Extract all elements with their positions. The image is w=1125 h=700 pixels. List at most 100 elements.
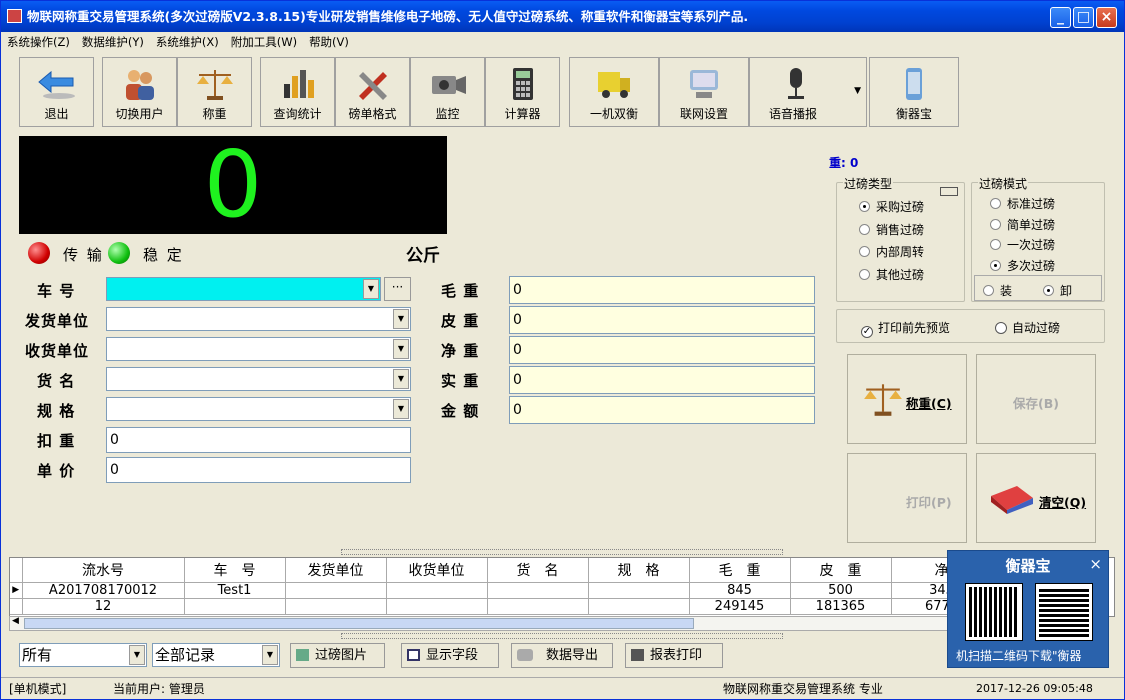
records-select[interactable]: 全部记录 ▼ [152,643,280,667]
query-stats-button[interactable]: 查询统计 [260,57,335,127]
monitor-button[interactable]: 监控 [410,57,485,127]
print-button[interactable]: 打印(P) [847,453,967,543]
report-print-button[interactable]: 报表打印 [625,643,723,668]
radio-load[interactable]: 装 [983,282,1012,299]
export-icon [517,649,533,661]
main-window: 物联网称重交易管理系统(多次过磅版V2.3.8.15)专业研发销售维修电子地磅、… [0,0,1125,700]
ticket-format-button[interactable]: 磅单格式 [335,57,410,127]
transfer-label: 传 输 [63,246,104,264]
chevron-down-icon[interactable]: ▼ [129,645,145,665]
weigh-action-label: 称重(C) [906,396,952,411]
row-selector-header [10,558,23,583]
menu-tools[interactable]: 附加工具(W) [225,32,303,52]
calculator-button[interactable]: 计算器 [485,57,560,127]
load-unload-box: 装 卸 [974,275,1102,301]
splitter-bottom[interactable] [341,633,783,639]
receiver-combo[interactable]: ▼ [106,337,411,361]
sender-combo[interactable]: ▼ [106,307,411,331]
header-tare[interactable]: 皮 重 [790,558,892,583]
chevron-down-icon[interactable]: ▼ [393,309,409,329]
header-serial[interactable]: 流水号 [22,558,185,583]
cell-sender[interactable] [285,582,387,599]
header-receiver[interactable]: 收货单位 [386,558,488,583]
dual-scale-button[interactable]: 一机双衡 [569,57,659,127]
export-button[interactable]: 数据导出 [511,643,613,668]
dropdown-arrow-icon[interactable]: ▼ [854,86,861,96]
spec-combo[interactable]: ▼ [106,397,411,421]
radio-simple[interactable]: 简单过磅 [990,216,1055,233]
goods-combo[interactable]: ▼ [106,367,411,391]
voice-broadcast-button[interactable]: ▼ 语音播报 [749,57,867,127]
cell-goods[interactable] [487,582,589,599]
tare-input[interactable]: 0 [509,306,815,334]
cell-gross[interactable]: 845 [689,582,791,599]
chevron-down-icon[interactable]: ▼ [393,339,409,359]
cell-plate[interactable]: Test1 [184,582,286,599]
preview-checkbox[interactable]: ✓ 打印前先预览 [861,319,950,338]
header-plate[interactable]: 车 号 [184,558,286,583]
summary-count: 12 [22,598,185,615]
show-fields-button[interactable]: 显示字段 [401,643,499,668]
eraser-icon [991,486,1033,514]
microphone-icon [788,68,804,99]
chevron-down-icon[interactable]: ▼ [363,279,379,299]
radio-purchase[interactable]: 采购过磅 [859,198,924,215]
radio-unload[interactable]: 卸 [1043,282,1072,299]
close-button[interactable]: × [1096,7,1117,28]
status-user: 当前用户: 管理员 [113,682,205,696]
minimize-button[interactable]: _ [1050,7,1071,28]
cell-spec[interactable] [588,582,690,599]
weigh-mode-title: 过磅模式 [978,175,1029,192]
weigh-photos-button[interactable]: 过磅图片 [290,643,385,668]
radio-standard[interactable]: 标准过磅 [990,195,1055,212]
radio-other[interactable]: 其他过磅 [859,266,924,283]
chevron-down-icon[interactable]: ▼ [393,399,409,419]
weigh-type-group: 过磅类型 采购过磅 销售过磅 内部周转 其他过磅 [836,175,965,302]
net-input[interactable]: 0 [509,336,815,364]
radio-once[interactable]: 一次过磅 [990,236,1055,253]
gross-input[interactable]: 0 [509,276,815,304]
maximize-button[interactable]: □ [1073,7,1094,28]
menu-system[interactable]: 系统操作(Z) [1,32,76,52]
save-button[interactable]: 保存(B) [976,354,1096,444]
weigh-button[interactable]: 称重 [177,57,252,127]
header-spec[interactable]: 规 格 [588,558,690,583]
hengqibao-button[interactable]: 衡器宝 [869,57,959,127]
menu-data[interactable]: 数据维护(Y) [76,32,150,52]
exit-arrow-icon [37,70,75,99]
horizontal-scrollbar[interactable]: ◀ [9,616,949,631]
deduct-input[interactable]: 0 [106,427,411,453]
real-input[interactable]: 0 [509,366,815,394]
menu-maintenance[interactable]: 系统维护(X) [150,32,225,52]
cell-serial[interactable]: A201708170012 [22,582,185,599]
splitter-top[interactable] [341,549,783,555]
table-row[interactable]: ▶ A201708170012 Test1 845 500 345 [10,582,993,599]
scope-select[interactable]: 所有 ▼ [19,643,147,667]
weigh-action-button[interactable]: 称重(C) [847,354,967,444]
cell-receiver[interactable] [386,582,488,599]
scroll-left-icon[interactable]: ◀ [12,616,19,626]
popup-close-icon[interactable]: × [1089,555,1102,573]
plate-combo[interactable]: ▼ [106,277,381,301]
auto-weigh-checkbox[interactable]: 自动过磅 [995,319,1060,336]
switch-user-button[interactable]: 切换用户 [102,57,177,127]
plate-browse-button[interactable]: ··· [384,277,411,301]
phone-icon [906,68,922,100]
header-goods[interactable]: 货 名 [487,558,589,583]
radio-internal[interactable]: 内部周转 [859,243,924,260]
exit-button[interactable]: 退出 [19,57,94,127]
chevron-down-icon[interactable]: ▼ [262,645,278,665]
clear-button[interactable]: 清空(Q) [976,453,1096,543]
gross-label: 毛 重 [441,282,480,300]
amount-input[interactable]: 0 [509,396,815,424]
price-input[interactable]: 0 [106,457,411,483]
network-settings-button[interactable]: 联网设置 [659,57,749,127]
header-gross[interactable]: 毛 重 [689,558,791,583]
header-sender[interactable]: 发货单位 [285,558,387,583]
radio-sale[interactable]: 销售过磅 [859,221,924,238]
scroll-thumb[interactable] [24,618,694,629]
chevron-down-icon[interactable]: ▼ [393,369,409,389]
cell-tare[interactable]: 500 [790,582,892,599]
menu-help[interactable]: 帮助(V) [303,32,355,52]
radio-multiple[interactable]: 多次过磅 [990,257,1055,274]
